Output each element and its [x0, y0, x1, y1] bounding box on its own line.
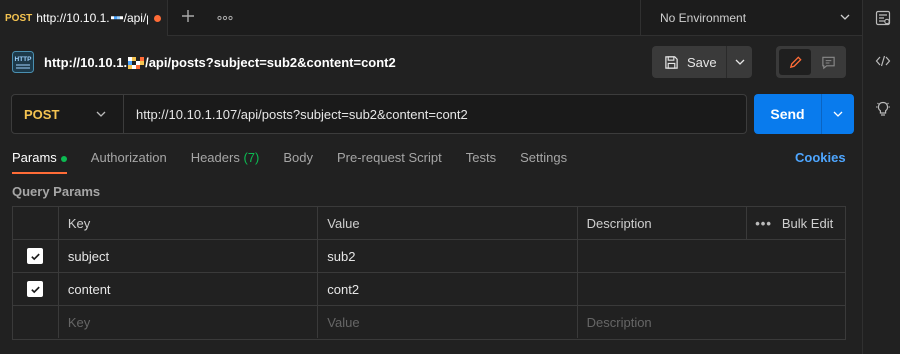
edit-mode-button[interactable]	[779, 49, 811, 75]
bulk-edit-button[interactable]: Bulk Edit	[782, 216, 833, 231]
unsaved-dot	[154, 14, 162, 22]
table-row-new: Key Value Description	[13, 306, 845, 339]
tab-method: POST	[5, 12, 33, 24]
row-check-cell	[13, 306, 59, 338]
chevron-down-icon	[735, 59, 744, 65]
environment-quick-look-icon[interactable]	[875, 10, 891, 26]
checkmark-icon	[31, 286, 40, 293]
send-options-button[interactable]	[822, 94, 854, 134]
tab-headers[interactable]: Headers (7)	[191, 150, 260, 174]
row-check-cell	[13, 240, 59, 272]
query-params-title: Query Params	[12, 184, 101, 199]
chevron-down-icon	[96, 111, 106, 117]
url-bar: POST	[11, 94, 747, 134]
environment-select[interactable]: No Environment	[640, 0, 862, 36]
cookies-link[interactable]: Cookies	[795, 150, 846, 165]
param-key[interactable]: subject	[59, 240, 319, 272]
table-header-row: Key Value Description ••• Bulk Edit	[13, 207, 845, 240]
column-header-description: Description	[578, 207, 748, 239]
new-param-key[interactable]: Key	[59, 306, 319, 338]
tab-url: http://10.10.1./api/p	[36, 11, 148, 25]
pencil-icon	[789, 55, 802, 68]
method-label: POST	[24, 106, 60, 122]
column-header-key: Key	[59, 207, 319, 239]
bulk-edit-cell: ••• Bulk Edit	[747, 207, 845, 239]
request-title-suffix: /api/posts?subject=sub2&content=cont2	[145, 55, 396, 70]
query-params-table: Key Value Description ••• Bulk Edit subj…	[12, 206, 846, 340]
url-input[interactable]	[124, 95, 746, 133]
new-param-description[interactable]: Description	[578, 306, 845, 338]
table-row: content cont2	[13, 273, 845, 306]
tab-settings[interactable]: Settings	[520, 150, 567, 174]
view-mode-toggle	[776, 46, 846, 78]
plus-icon	[182, 10, 194, 22]
save-icon	[665, 55, 678, 69]
chevron-down-icon	[840, 14, 850, 20]
param-description[interactable]	[578, 240, 845, 272]
save-button[interactable]: Save	[652, 46, 727, 78]
comment-icon	[821, 56, 835, 69]
http-request-icon: HTTP	[12, 51, 34, 73]
param-checkbox[interactable]	[27, 281, 44, 297]
checkmark-icon	[31, 253, 40, 260]
svg-text:HTTP: HTTP	[15, 56, 33, 63]
tab-body[interactable]: Body	[283, 150, 313, 174]
request-tab[interactable]: POST http://10.10.1./api/p	[0, 0, 168, 36]
tab-prerequest-script[interactable]: Pre-request Script	[337, 150, 442, 174]
more-dots-icon	[217, 15, 233, 21]
tab-tests[interactable]: Tests	[466, 150, 496, 174]
request-title[interactable]: http://10.10.1. /api/posts?subject=sub2&…	[44, 55, 396, 70]
chevron-down-icon	[833, 111, 843, 117]
tab-strip: POST http://10.10.1./api/p No Environmen…	[0, 0, 862, 36]
code-icon[interactable]	[875, 53, 891, 69]
documentation-mode-button[interactable]	[813, 49, 843, 75]
column-header-value: Value	[318, 207, 578, 239]
redacted-pixel-icon	[110, 16, 123, 20]
request-subtabs: Params Authorization Headers (7) Body Pr…	[12, 150, 591, 174]
right-sidebar	[862, 0, 900, 354]
params-active-dot	[60, 155, 67, 162]
redacted-pixel-icon	[128, 56, 145, 69]
param-value[interactable]: cont2	[318, 273, 578, 305]
save-options-button[interactable]	[727, 46, 752, 78]
headers-count: (7)	[243, 150, 260, 165]
new-param-value[interactable]: Value	[318, 306, 578, 338]
save-button-group: Save	[652, 46, 752, 78]
row-check-cell	[13, 273, 59, 305]
table-row: subject sub2	[13, 240, 845, 273]
save-label: Save	[687, 54, 717, 70]
column-options-button[interactable]: •••	[755, 216, 772, 231]
tab-params[interactable]: Params	[12, 150, 67, 174]
request-title-prefix: http://10.10.1.	[44, 55, 128, 70]
tab-authorization[interactable]: Authorization	[91, 150, 167, 174]
send-button-group: Send	[754, 94, 854, 134]
lightbulb-icon[interactable]	[875, 101, 891, 117]
environment-label: No Environment	[660, 11, 747, 25]
param-value[interactable]: sub2	[318, 240, 578, 272]
param-key[interactable]: content	[59, 273, 319, 305]
new-tab-button[interactable]	[178, 8, 198, 28]
method-select[interactable]: POST	[12, 95, 124, 133]
param-description[interactable]	[578, 273, 845, 305]
param-checkbox[interactable]	[27, 248, 44, 264]
send-button[interactable]: Send	[754, 94, 822, 134]
more-tabs-button[interactable]	[214, 8, 236, 28]
header-check-cell	[13, 207, 59, 239]
